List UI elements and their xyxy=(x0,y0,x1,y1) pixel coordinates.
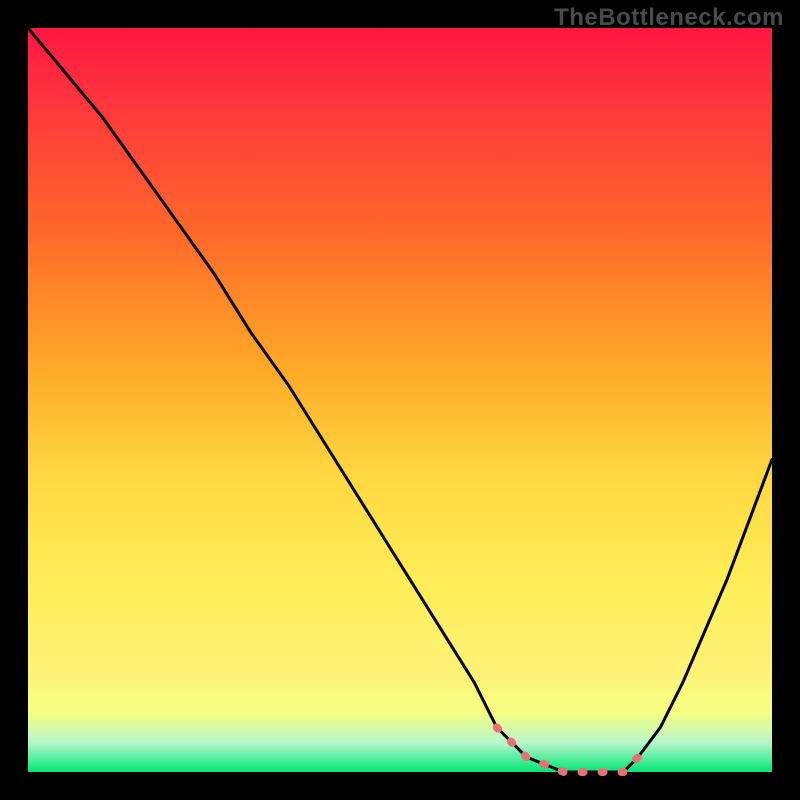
watermark-label: TheBottleneck.com xyxy=(554,4,784,32)
bottleneck-chart xyxy=(0,0,800,800)
chart-container: TheBottleneck.com xyxy=(0,0,800,800)
plot-background xyxy=(28,28,772,772)
